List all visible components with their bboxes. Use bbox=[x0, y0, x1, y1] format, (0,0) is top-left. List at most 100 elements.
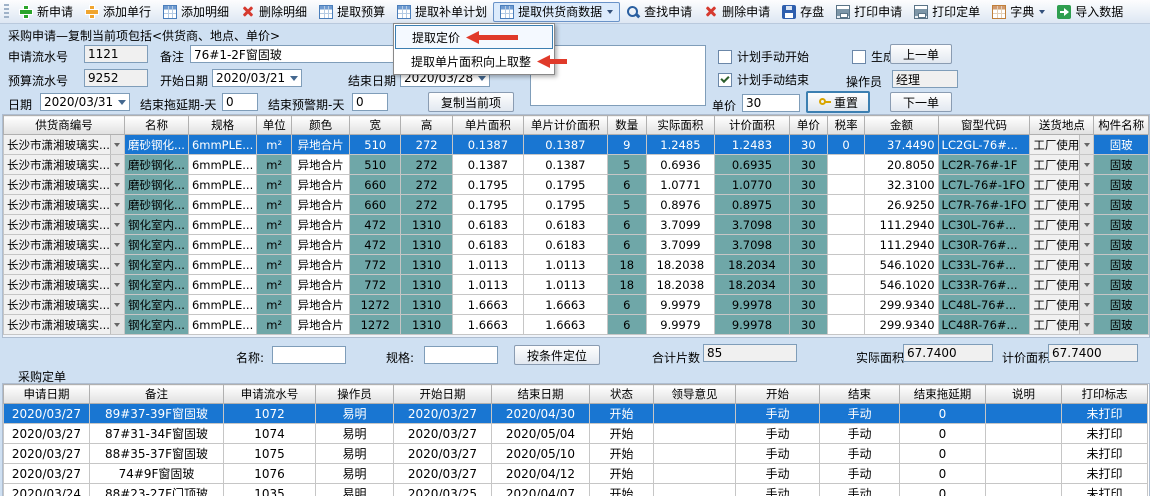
detail-cell[interactable]: 472 bbox=[350, 235, 401, 255]
detail-cell[interactable]: 0.1795 bbox=[452, 195, 523, 215]
detail-column-header[interactable]: 计价面积 bbox=[714, 116, 789, 135]
orders-column-header[interactable]: 结束日期 bbox=[492, 385, 590, 404]
chevron-down-icon[interactable] bbox=[110, 195, 124, 214]
toolbar-button-extract-supplement-plan[interactable]: 提取补单计划 bbox=[391, 2, 493, 22]
detail-cell[interactable]: 18.2038 bbox=[646, 275, 714, 295]
detail-column-header[interactable]: 构件名称 bbox=[1094, 116, 1149, 135]
detail-cell[interactable]: 0.6935 bbox=[714, 155, 789, 175]
detail-cell[interactable]: 1.6663 bbox=[524, 295, 608, 315]
toolbar-button-extract-supplier-data[interactable]: 提取供货商数据 bbox=[493, 2, 620, 22]
orders-cell[interactable] bbox=[986, 484, 1062, 496]
detail-cell[interactable]: 1.6663 bbox=[524, 315, 608, 335]
detail-cell[interactable]: 1.6663 bbox=[452, 315, 523, 335]
orders-cell[interactable]: 易明 bbox=[316, 484, 394, 496]
toolbar-button-extract-budget[interactable]: 提取预算 bbox=[313, 2, 391, 22]
detail-cell-combo[interactable]: 长沙市潇湘玻璃实... bbox=[4, 155, 125, 175]
orders-cell[interactable]: 0 bbox=[900, 484, 986, 496]
chevron-down-icon[interactable] bbox=[1079, 295, 1093, 314]
detail-cell[interactable]: 1310 bbox=[401, 275, 452, 295]
detail-cell[interactable]: 钢化室内... bbox=[124, 235, 188, 255]
detail-cell[interactable]: 6 bbox=[607, 235, 646, 255]
orders-column-header[interactable]: 领导意见 bbox=[654, 385, 736, 404]
detail-cell[interactable] bbox=[827, 295, 865, 315]
toolbar-button-add-detail[interactable]: 添加明细 bbox=[157, 2, 235, 22]
detail-cell[interactable]: m² bbox=[257, 235, 292, 255]
detail-cell[interactable]: 钢化室内... bbox=[124, 255, 188, 275]
orders-column-header[interactable]: 状态 bbox=[590, 385, 654, 404]
unit-price-input[interactable] bbox=[742, 94, 800, 112]
detail-cell-combo[interactable]: 长沙市潇湘玻璃实... bbox=[4, 255, 125, 275]
orders-cell[interactable] bbox=[986, 404, 1062, 424]
detail-cell-combo[interactable]: 长沙市潇湘玻璃实... bbox=[4, 235, 125, 255]
detail-cell[interactable]: m² bbox=[257, 295, 292, 315]
detail-cell[interactable]: 6 bbox=[607, 315, 646, 335]
orders-cell[interactable]: 0 bbox=[900, 404, 986, 424]
detail-cell[interactable]: 异地合片 bbox=[292, 135, 350, 155]
priced-area-value[interactable] bbox=[1048, 344, 1138, 362]
orders-column-header[interactable]: 备注 bbox=[90, 385, 224, 404]
detail-cell[interactable]: 0.1795 bbox=[524, 195, 608, 215]
orders-cell[interactable]: 88#23-27F门顶玻 bbox=[90, 484, 224, 496]
detail-table-row[interactable]: 长沙市潇湘玻璃实...钢化室内...6mmPLE...m²异地合片4721310… bbox=[4, 215, 1149, 235]
orders-cell[interactable]: 易明 bbox=[316, 464, 394, 484]
detail-column-header[interactable]: 单位 bbox=[257, 116, 292, 135]
orders-cell[interactable]: 手动 bbox=[820, 464, 900, 484]
orders-cell[interactable] bbox=[654, 444, 736, 464]
detail-cell-combo[interactable]: 工厂使用 bbox=[1030, 275, 1094, 295]
detail-cell[interactable]: 0.8975 bbox=[714, 195, 789, 215]
orders-cell[interactable]: 1076 bbox=[224, 464, 316, 484]
chevron-down-icon[interactable] bbox=[1079, 135, 1093, 154]
detail-table-row[interactable]: 长沙市潇湘玻璃实...磨砂钢化...6mmPLE...m²异地合片6602720… bbox=[4, 175, 1149, 195]
detail-cell[interactable]: 1.0113 bbox=[452, 275, 523, 295]
detail-column-header[interactable]: 窗型代码 bbox=[938, 116, 1030, 135]
next-order-button[interactable]: 下一单 bbox=[890, 92, 952, 112]
orders-cell[interactable]: 易明 bbox=[316, 424, 394, 444]
detail-cell[interactable]: 272 bbox=[401, 195, 452, 215]
detail-cell[interactable]: 37.4490 bbox=[865, 135, 938, 155]
detail-cell[interactable]: m² bbox=[257, 255, 292, 275]
orders-cell[interactable] bbox=[986, 424, 1062, 444]
orders-cell[interactable]: 2020/04/07 bbox=[492, 484, 590, 496]
detail-cell-combo[interactable]: 长沙市潇湘玻璃实... bbox=[4, 195, 125, 215]
orders-cell[interactable]: 2020/03/27 bbox=[394, 444, 492, 464]
orders-column-header[interactable]: 打印标志 bbox=[1062, 385, 1148, 404]
detail-cell[interactable]: m² bbox=[257, 155, 292, 175]
manual-start-checkbox[interactable]: 计划手动开始 bbox=[718, 48, 809, 65]
detail-cell[interactable]: 9 bbox=[607, 135, 646, 155]
orders-cell[interactable]: 2020/03/25 bbox=[394, 484, 492, 496]
orders-cell[interactable]: 88#35-37F窗固玻 bbox=[90, 444, 224, 464]
detail-table-row[interactable]: 长沙市潇湘玻璃实...钢化室内...6mmPLE...m²异地合片1272131… bbox=[4, 315, 1149, 335]
detail-cell[interactable]: 固玻 bbox=[1094, 275, 1149, 295]
detail-cell[interactable]: 固玻 bbox=[1094, 295, 1149, 315]
detail-cell[interactable] bbox=[827, 175, 865, 195]
detail-cell[interactable]: 固玻 bbox=[1094, 135, 1149, 155]
toolbar-button-print-order[interactable]: 打印定单 bbox=[908, 2, 986, 22]
detail-column-header[interactable]: 名称 bbox=[124, 116, 188, 135]
detail-cell[interactable]: 固玻 bbox=[1094, 155, 1149, 175]
orders-cell[interactable]: 2020/03/27 bbox=[394, 404, 492, 424]
detail-cell[interactable]: 3.7099 bbox=[646, 235, 714, 255]
detail-column-header[interactable]: 颜色 bbox=[292, 116, 350, 135]
orders-cell[interactable]: 0 bbox=[900, 424, 986, 444]
detail-cell[interactable]: 1310 bbox=[401, 315, 452, 335]
chevron-down-icon[interactable] bbox=[110, 175, 124, 194]
detail-cell[interactable]: 30 bbox=[789, 235, 827, 255]
detail-cell[interactable]: 510 bbox=[350, 135, 401, 155]
orders-column-header[interactable]: 结束拖延期 bbox=[900, 385, 986, 404]
detail-cell[interactable]: 0.6936 bbox=[646, 155, 714, 175]
orders-cell[interactable]: 手动 bbox=[820, 424, 900, 444]
detail-cell-combo[interactable]: 长沙市潇湘玻璃实... bbox=[4, 215, 125, 235]
serial-input[interactable] bbox=[84, 45, 148, 63]
detail-cell[interactable]: 9.9978 bbox=[714, 315, 789, 335]
orders-cell[interactable]: 2020/03/27 bbox=[4, 404, 90, 424]
detail-cell[interactable]: 0.6183 bbox=[524, 215, 608, 235]
detail-cell[interactable]: 0.6183 bbox=[452, 235, 523, 255]
detail-table-row[interactable]: 长沙市潇湘玻璃实...钢化室内...6mmPLE...m²异地合片7721310… bbox=[4, 255, 1149, 275]
detail-cell[interactable]: 546.1020 bbox=[865, 275, 938, 295]
detail-cell[interactable]: 0.1795 bbox=[452, 175, 523, 195]
chevron-down-icon[interactable] bbox=[1079, 195, 1093, 214]
detail-cell-combo[interactable]: 工厂使用 bbox=[1030, 175, 1094, 195]
detail-cell[interactable]: 772 bbox=[350, 275, 401, 295]
detail-cell[interactable]: 0.1795 bbox=[524, 175, 608, 195]
detail-cell[interactable]: 9.9979 bbox=[646, 295, 714, 315]
